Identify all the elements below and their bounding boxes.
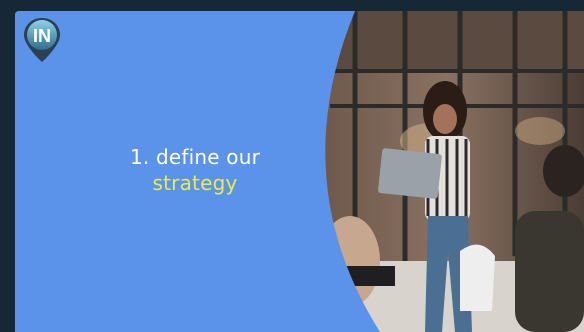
headline-line-1: 1. define our: [129, 145, 261, 169]
video-frame[interactable]: 1. define our strategy: [15, 11, 584, 332]
logo-text: IN: [33, 26, 51, 46]
headline-line-2: strategy: [152, 171, 238, 195]
in-logo: IN: [21, 16, 63, 64]
logo-pin-icon: IN: [24, 18, 60, 62]
slide-headline: 1. define our strategy: [15, 144, 375, 196]
